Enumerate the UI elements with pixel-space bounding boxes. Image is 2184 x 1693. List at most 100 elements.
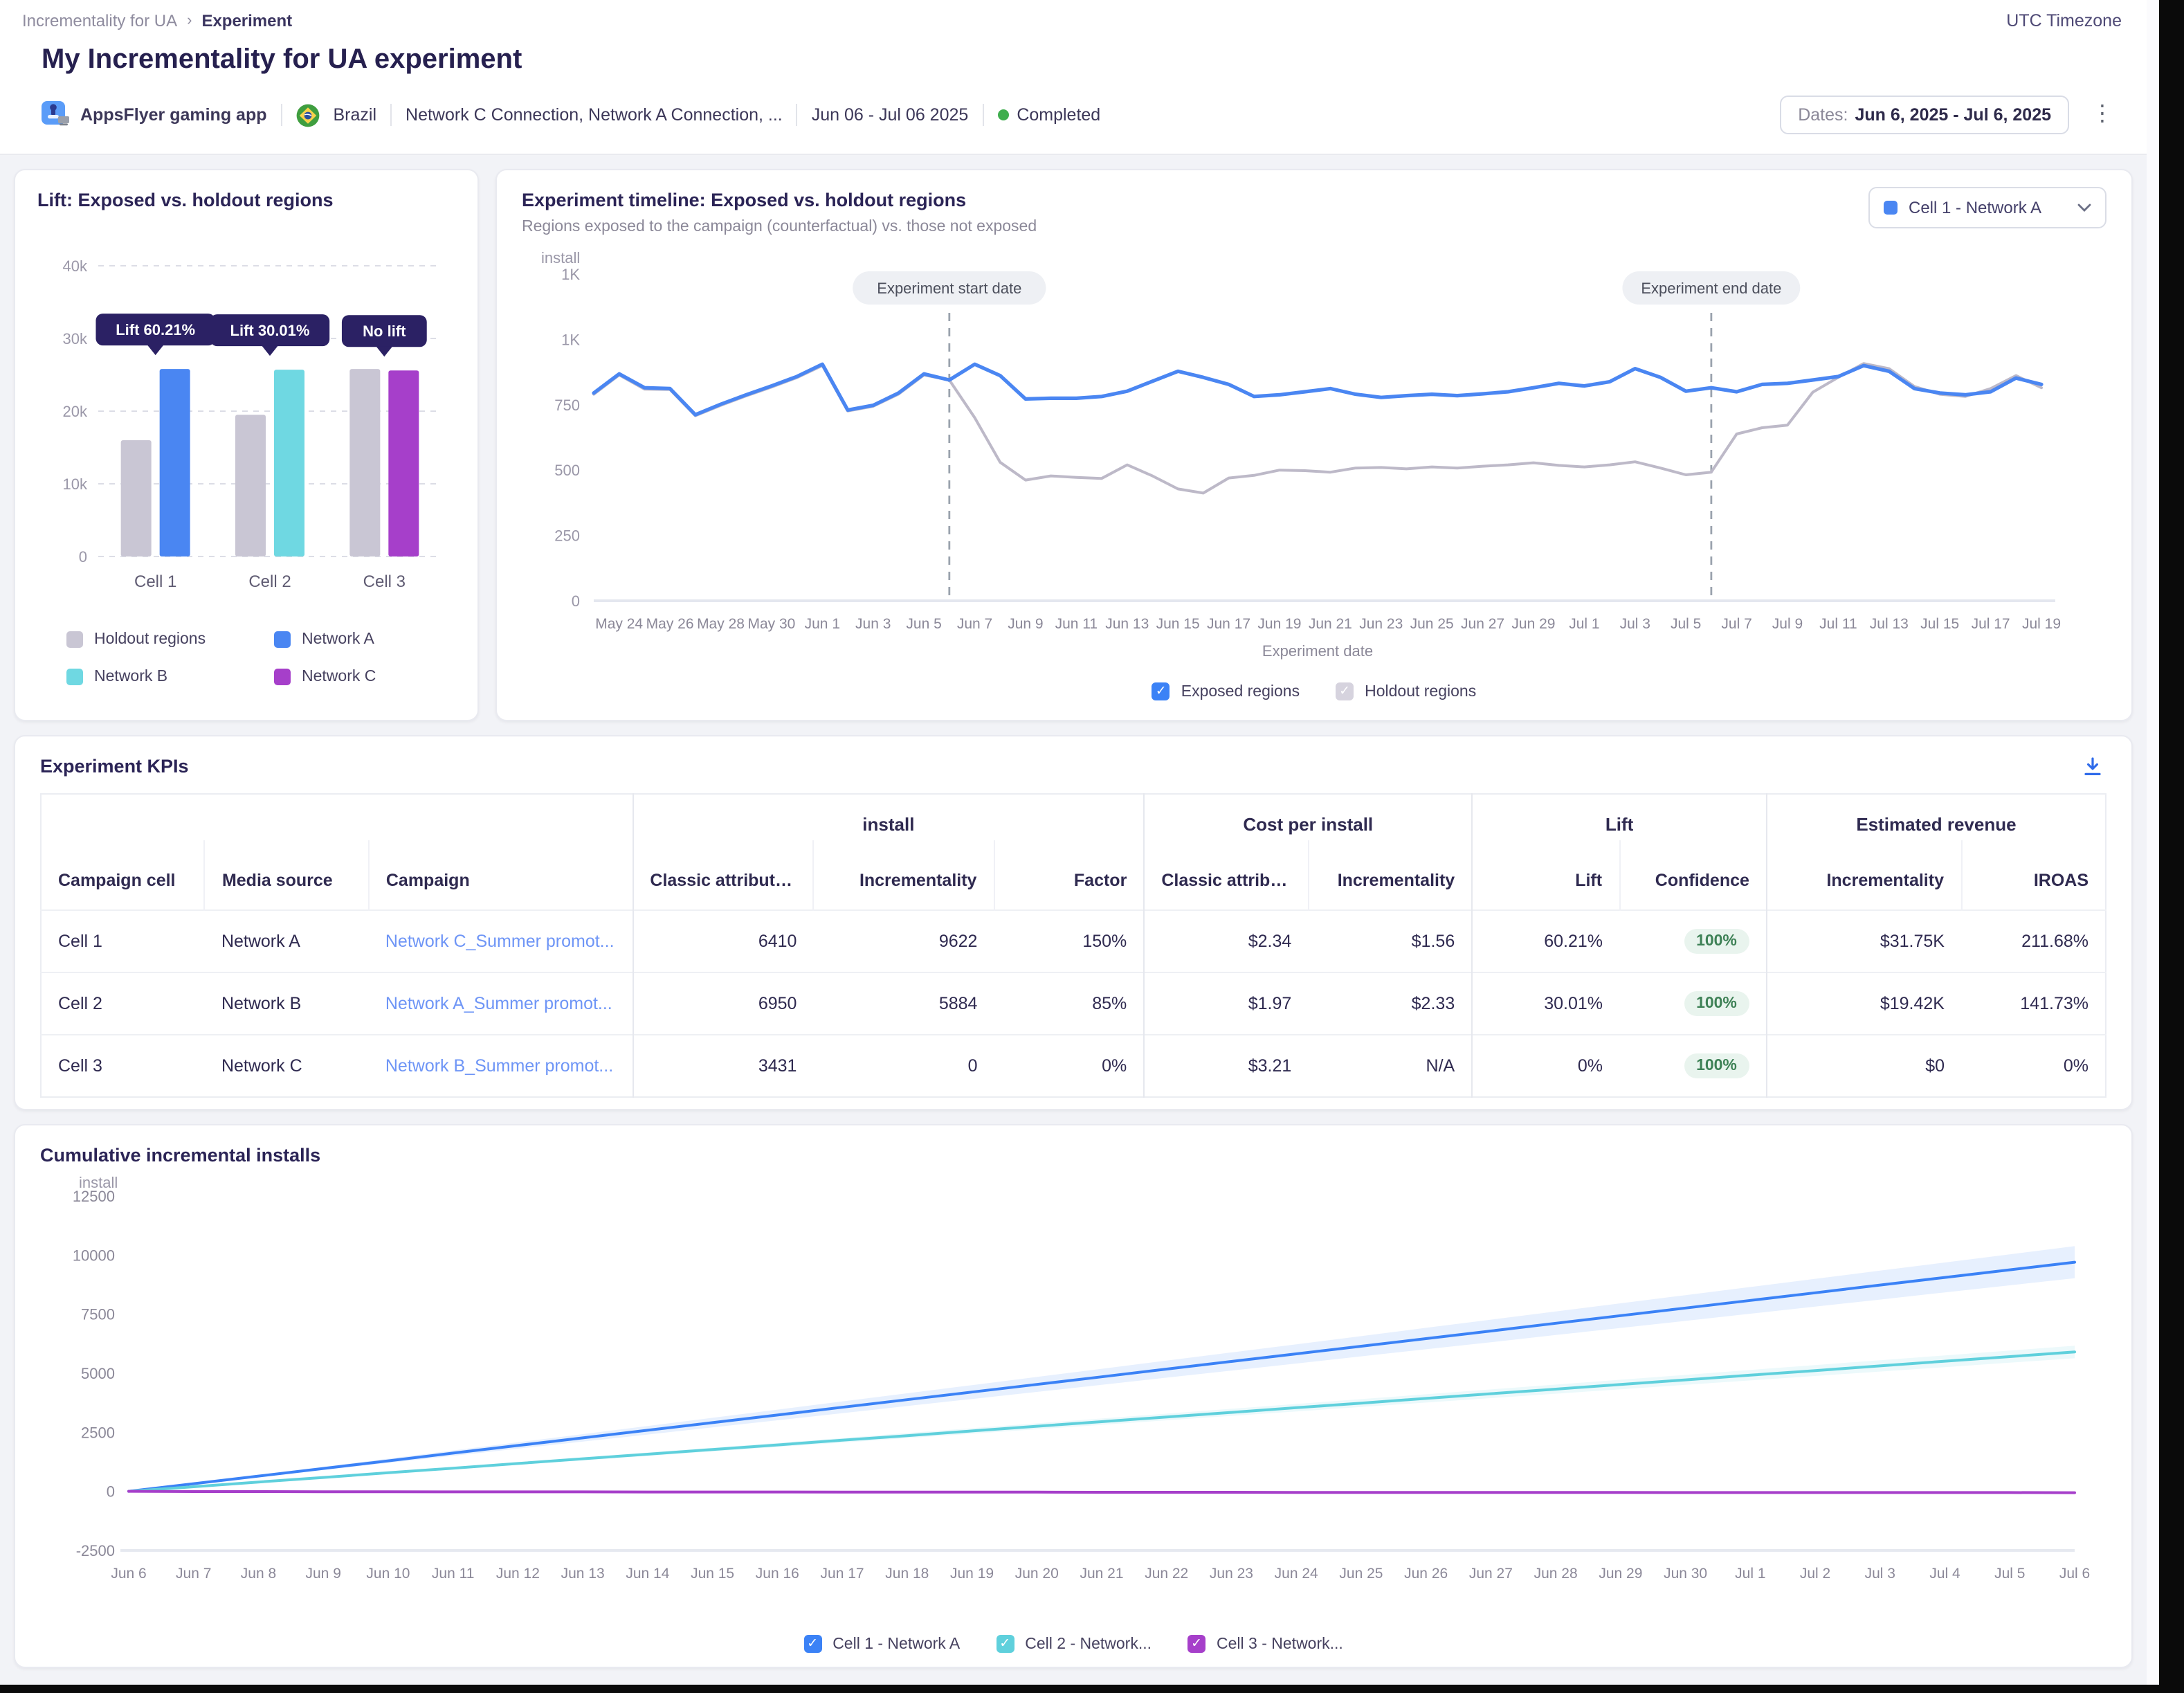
timeline-line-chart: install1K1K7505002500May 24May 26May 28M… <box>522 244 2083 670</box>
svg-text:Jun 7: Jun 7 <box>176 1566 211 1582</box>
svg-text:Jun 15: Jun 15 <box>1156 616 1200 632</box>
network-a-swatch-icon <box>274 631 291 648</box>
timeline-legend: Exposed regions Holdout regions <box>522 682 2106 700</box>
exposed-regions-checkbox[interactable] <box>1152 682 1170 700</box>
col-cpi-classic: Classic attribution <box>1144 840 1308 910</box>
utc-timezone-label[interactable]: UTC Timezone <box>2006 11 2122 30</box>
cell-media-source: Network A <box>205 910 369 972</box>
scrollbar-track[interactable] <box>2147 0 2159 1685</box>
cell-selector-dropdown[interactable]: Cell 1 - Network A <box>1868 187 2106 228</box>
col-campaign-cell: Campaign cell <box>41 840 205 910</box>
confidence-badge: 100% <box>1684 1053 1749 1078</box>
svg-text:250: 250 <box>554 527 580 545</box>
experiment-meta-row: AppsFlyer gaming app Brazil Network C Co… <box>42 96 2124 134</box>
breadcrumb-current: Experiment <box>201 11 292 30</box>
legend-label: Cell 3 - Network... <box>1217 1636 1343 1652</box>
svg-text:12500: 12500 <box>73 1188 115 1205</box>
network-b-swatch-icon <box>66 669 83 685</box>
cell-installs-incrementality: 5884 <box>813 972 994 1035</box>
svg-text:40k: 40k <box>63 257 88 275</box>
app-name: AppsFlyer gaming app <box>80 105 267 125</box>
cumulative-card-title: Cumulative incremental installs <box>40 1145 2106 1166</box>
group-estimated-revenue: Estimated revenue <box>1767 794 2106 840</box>
dates-picker-button[interactable]: Dates: Jun 6, 2025 - Jul 6, 2025 <box>1780 96 2069 134</box>
col-factor: Factor <box>994 840 1144 910</box>
cell-cpi-classic: $3.21 <box>1144 1035 1308 1097</box>
legend-item: Holdout regions <box>66 631 274 648</box>
svg-text:Jul 13: Jul 13 <box>1870 616 1909 632</box>
cell1-checkbox[interactable] <box>803 1635 821 1653</box>
meta-divider <box>797 104 798 126</box>
svg-text:Jun 13: Jun 13 <box>1105 616 1149 632</box>
legend-label: Holdout regions <box>1365 683 1476 700</box>
svg-text:Jul 2: Jul 2 <box>1800 1566 1830 1582</box>
meta-divider <box>982 104 983 126</box>
lift-bar-chart: 010k20k30k40kLift 60.21%Cell 1Lift 30.01… <box>37 210 453 605</box>
page-header: Incrementality for UA › Experiment UTC T… <box>0 0 2147 155</box>
campaign-link[interactable]: Network A_Summer promot... <box>385 994 612 1013</box>
cell-factor: 150% <box>994 910 1144 972</box>
cell-campaign-cell: Cell 1 <box>41 910 205 972</box>
dates-label: Dates: <box>1798 105 1848 125</box>
svg-text:7500: 7500 <box>81 1306 115 1323</box>
breadcrumb-root[interactable]: Incrementality for UA <box>22 11 177 30</box>
svg-text:Jun 21: Jun 21 <box>1080 1566 1123 1582</box>
lift-card: Lift: Exposed vs. holdout regions 010k20… <box>14 169 479 721</box>
col-campaign: Campaign <box>369 840 633 910</box>
svg-text:Jun 22: Jun 22 <box>1145 1566 1188 1582</box>
svg-text:750: 750 <box>554 397 580 414</box>
app-content: Incrementality for UA › Experiment UTC T… <box>0 0 2147 1685</box>
svg-text:May 24: May 24 <box>595 616 643 632</box>
cell2-checkbox[interactable] <box>996 1635 1014 1653</box>
breadcrumb-chevron-icon: › <box>187 12 192 29</box>
svg-text:Jul 3: Jul 3 <box>1620 616 1650 632</box>
cell-rev-incrementality: $31.75K <box>1767 910 1961 972</box>
cell-installs-incrementality: 0 <box>813 1035 994 1097</box>
legend-item: Cell 3 - Network... <box>1187 1635 1343 1653</box>
holdout-regions-checkbox[interactable] <box>1336 682 1354 700</box>
legend-item: Network A <box>274 631 426 648</box>
cell-media-source: Network C <box>205 1035 369 1097</box>
svg-text:Jun 14: Jun 14 <box>626 1566 669 1582</box>
group-lift: Lift <box>1472 794 1767 840</box>
confidence-badge: 100% <box>1684 929 1749 954</box>
svg-text:Jul 7: Jul 7 <box>1721 616 1751 632</box>
kpi-group-header-row: install Cost per install Lift Estimated … <box>41 794 2106 840</box>
svg-text:Cell 1: Cell 1 <box>134 572 176 591</box>
lift-card-title: Lift: Exposed vs. holdout regions <box>37 190 455 210</box>
col-media-source: Media source <box>205 840 369 910</box>
cell-lift: 60.21% <box>1472 910 1619 972</box>
svg-text:Jul 15: Jul 15 <box>1920 616 1959 632</box>
cumulative-legend: Cell 1 - Network A Cell 2 - Network... C… <box>40 1635 2106 1653</box>
cell3-checkbox[interactable] <box>1187 1635 1205 1653</box>
campaign-link[interactable]: Network B_Summer promot... <box>385 1056 613 1076</box>
campaign-link[interactable]: Network C_Summer promot... <box>385 932 615 951</box>
svg-text:Jul 1: Jul 1 <box>1735 1566 1765 1582</box>
svg-text:Jun 27: Jun 27 <box>1469 1566 1513 1582</box>
download-icon[interactable] <box>2082 756 2104 785</box>
svg-text:Jun 16: Jun 16 <box>756 1566 799 1582</box>
svg-text:No lift: No lift <box>363 323 406 340</box>
svg-text:Jun 19: Jun 19 <box>950 1566 994 1582</box>
svg-text:Jun 9: Jun 9 <box>1008 616 1043 632</box>
svg-text:Jul 5: Jul 5 <box>1671 616 1701 632</box>
svg-text:Jun 7: Jun 7 <box>957 616 992 632</box>
more-options-icon[interactable]: ⋮ <box>2086 101 2119 129</box>
cell-cpi-incrementality: N/A <box>1308 1035 1472 1097</box>
cell-iroas: 211.68% <box>1961 910 2106 972</box>
legend-label: Network C <box>302 669 376 685</box>
screen: Incrementality for UA › Experiment UTC T… <box>0 0 2184 1693</box>
col-rev-incrementality: Incrementality <box>1767 840 1961 910</box>
svg-text:Experiment start date: Experiment start date <box>877 280 1021 297</box>
legend-label: Holdout regions <box>94 631 206 648</box>
lift-legend: Holdout regions Network A Network B Netw… <box>37 631 455 685</box>
cell-lift: 0% <box>1472 1035 1619 1097</box>
app-icon <box>42 100 71 129</box>
confidence-badge: 100% <box>1684 991 1749 1016</box>
svg-text:Jul 9: Jul 9 <box>1772 616 1803 632</box>
svg-text:May 30: May 30 <box>747 616 795 632</box>
svg-text:Jul 19: Jul 19 <box>2022 616 2061 632</box>
cell-rev-incrementality: $0 <box>1767 1035 1961 1097</box>
legend-item: Cell 2 - Network... <box>996 1635 1152 1653</box>
meta-divider <box>390 104 392 126</box>
